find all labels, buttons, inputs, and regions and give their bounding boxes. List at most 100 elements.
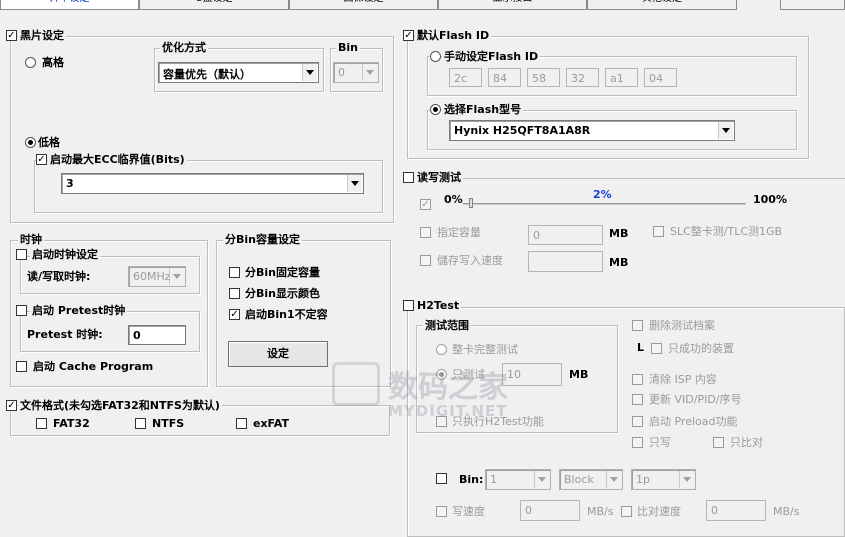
full-test-label: 整卡完整测试 (452, 343, 518, 356)
pretest-enable-label: 启动 Pretest时钟 (30, 304, 128, 317)
manual-id-label: 手动设定Flash ID (442, 50, 541, 63)
rw-progress-track[interactable] (463, 203, 746, 205)
flash-model-select[interactable]: Hynix H25QFT8A1A8R (449, 120, 735, 141)
tab-card-settings[interactable]: 开卡设定 (0, 0, 139, 10)
pretest-clock-input[interactable]: 0 (128, 325, 186, 345)
h2-block-select[interactable]: Block (559, 469, 623, 490)
h2-page-select[interactable]: 1p (631, 469, 696, 490)
low-grade-radio[interactable] (25, 137, 36, 148)
flash-id-checkbox[interactable]: ✓ (403, 30, 414, 41)
capacity-checkbox[interactable] (420, 227, 431, 238)
optimize-value: 容量优先（默认） (163, 68, 251, 81)
cache-program-checkbox[interactable] (16, 361, 27, 372)
capacity-unit: MB (609, 227, 629, 240)
write-only-label: 只写 (649, 436, 671, 449)
compare-speed-unit: MB/s (773, 505, 800, 518)
compare-only-checkbox[interactable] (713, 437, 724, 448)
pct-current-label: 2% (593, 188, 612, 201)
flash-id-byte-1[interactable]: 2c (449, 68, 482, 87)
flash-id-byte-4[interactable]: 32 (566, 68, 599, 87)
pretest-enable-checkbox[interactable] (16, 305, 27, 316)
compare-speed-label: 比对速度 (637, 505, 681, 518)
ecc-select[interactable]: 3 (61, 173, 364, 194)
tab-extra[interactable] (780, 0, 845, 10)
rw-progress-thumb[interactable] (469, 198, 473, 208)
ecc-label: 启动最大ECC临界值(Bits) (48, 153, 187, 166)
chevron-down-icon[interactable] (718, 122, 733, 139)
flash-id-byte-3[interactable]: 58 (527, 68, 560, 87)
ntfs-checkbox[interactable] (135, 418, 146, 429)
flash-id-byte-6[interactable]: 04 (644, 68, 677, 87)
clock-enable-checkbox[interactable] (16, 249, 27, 260)
bin-title: Bin (336, 41, 360, 54)
file-format-checkbox[interactable]: ✓ (6, 400, 17, 411)
bin-select[interactable]: 0 (333, 62, 379, 83)
set-button[interactable]: 设定 (228, 341, 328, 367)
ntfs-label: NTFS (152, 417, 185, 430)
rw-test-title: 读写测试 (415, 171, 463, 184)
tab-udisk-settings[interactable]: U盘设定 (139, 0, 289, 10)
tab-firmware-settings[interactable]: 固保设定 (289, 0, 438, 10)
h2-bin-label: Bin: (459, 473, 484, 486)
chevron-down-icon[interactable] (606, 471, 621, 488)
exfat-label: exFAT (253, 417, 289, 430)
bin1-undefined-checkbox[interactable]: ✓ (229, 309, 240, 320)
flash-id-title: 默认Flash ID (415, 29, 492, 42)
partial-test-input[interactable]: 10 (502, 363, 562, 386)
flash-id-byte-5[interactable]: a1 (605, 68, 638, 87)
rw-clock-value: 60MHz (133, 270, 171, 283)
test-range-title: 测试范围 (423, 319, 471, 332)
write-only-checkbox[interactable] (632, 437, 643, 448)
slc-checkbox[interactable] (653, 226, 664, 237)
capacity-input[interactable]: 0 (528, 225, 603, 245)
bin-capacity-title: 分Bin容量设定 (223, 233, 302, 246)
manual-id-radio[interactable] (430, 51, 441, 62)
full-test-radio[interactable] (436, 344, 447, 355)
store-speed-input[interactable] (528, 251, 603, 272)
update-vid-checkbox[interactable] (632, 394, 643, 405)
only-ok-device-checkbox[interactable] (651, 343, 662, 354)
rw-clock-select[interactable]: 60MHz (128, 266, 186, 287)
clear-isp-checkbox[interactable] (632, 374, 643, 385)
slc-label: SLC整卡测/TLC测1GB (670, 225, 783, 238)
h2-bin-checkbox[interactable] (436, 473, 447, 484)
chip-settings-checkbox[interactable]: ✓ (6, 30, 17, 41)
flash-id-byte-2[interactable]: 84 (488, 68, 521, 87)
rw-progress-checkbox[interactable]: ✓ (420, 199, 431, 210)
chip-settings-title: 黑片设定 (18, 29, 66, 42)
h2-bin-select[interactable]: 1 (485, 469, 551, 490)
bin-fixed-checkbox[interactable] (229, 267, 240, 278)
high-grade-radio[interactable] (25, 57, 36, 68)
optimize-select[interactable]: 容量优先（默认） (158, 62, 319, 83)
exfat-checkbox[interactable] (236, 418, 247, 429)
write-speed-input[interactable]: 0 (520, 500, 580, 521)
write-speed-checkbox[interactable] (436, 506, 447, 517)
tab-other-settings[interactable]: 其他设定 (587, 0, 737, 10)
chevron-down-icon[interactable] (679, 471, 694, 488)
rw-test-separator (403, 178, 845, 179)
h2test-checkbox[interactable] (403, 300, 414, 311)
clock-enable-label: 启动时钟设定 (30, 248, 100, 261)
fat32-label: FAT32 (53, 417, 90, 430)
preload-checkbox[interactable] (632, 416, 643, 427)
chevron-down-icon[interactable] (347, 175, 362, 192)
delete-files-checkbox[interactable] (632, 320, 643, 331)
tab-display-interface[interactable]: 显示接口 (438, 0, 587, 10)
store-speed-unit: MB (609, 256, 629, 269)
compare-speed-input[interactable]: 0 (706, 500, 766, 521)
chevron-down-icon[interactable] (302, 64, 317, 81)
store-speed-label: 儲存写入速度 (437, 254, 503, 267)
store-speed-checkbox[interactable] (420, 255, 431, 266)
select-model-radio[interactable] (430, 104, 441, 115)
bin-color-checkbox[interactable] (229, 288, 240, 299)
chevron-down-icon[interactable] (362, 64, 377, 81)
update-vid-label: 更新 VID/PID/序号 (649, 393, 742, 406)
chevron-down-icon[interactable] (169, 268, 184, 285)
rw-test-checkbox[interactable] (403, 172, 414, 183)
ecc-checkbox[interactable]: ✓ (36, 154, 47, 165)
write-speed-unit: MB/s (587, 505, 614, 518)
fat32-checkbox[interactable] (36, 418, 47, 429)
chevron-down-icon[interactable] (534, 471, 549, 488)
high-grade-label: 高格 (42, 56, 64, 69)
compare-speed-checkbox[interactable] (621, 506, 632, 517)
